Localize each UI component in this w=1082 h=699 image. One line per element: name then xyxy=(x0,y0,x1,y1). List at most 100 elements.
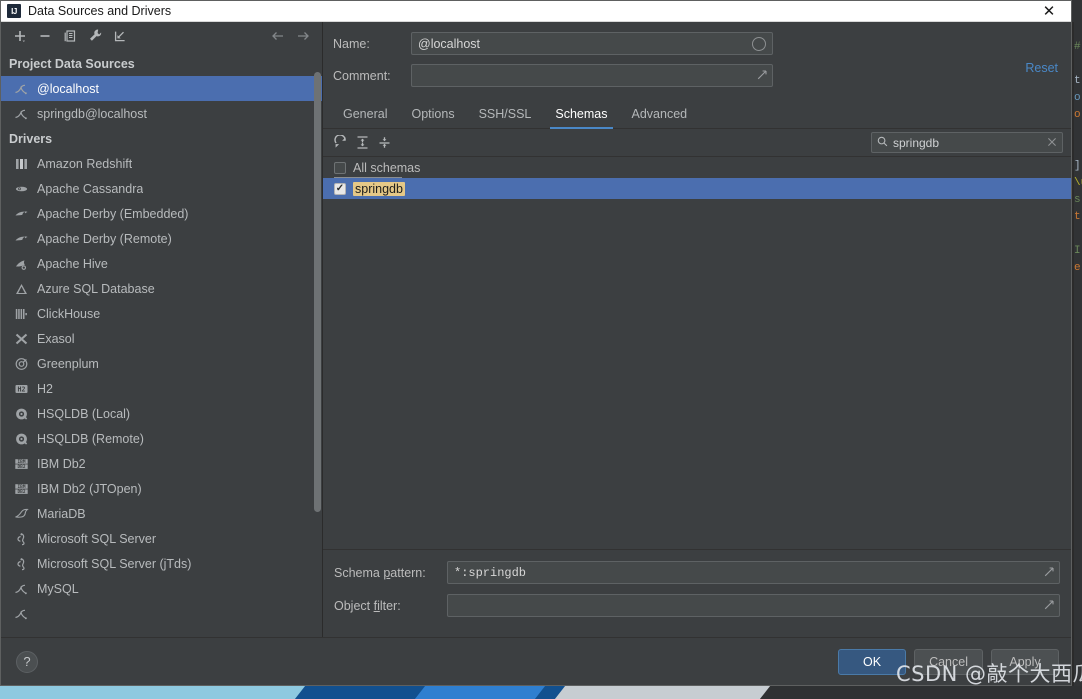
exasol-icon xyxy=(13,331,30,347)
schema-search-input[interactable]: springdb xyxy=(871,132,1063,153)
object-filter-row: Object filter: xyxy=(334,594,1060,617)
schema-pattern-row: Schema pattern: *:springdb xyxy=(334,561,1060,584)
hsqldb-icon xyxy=(13,431,30,447)
object-filter-input[interactable] xyxy=(447,594,1060,617)
status-circle-icon xyxy=(752,36,766,51)
azure-icon xyxy=(13,281,30,297)
duplicate-data-source-button[interactable] xyxy=(59,25,81,46)
svg-text:DB2: DB2 xyxy=(18,489,26,495)
comment-input[interactable] xyxy=(411,64,773,87)
driver-item[interactable]: Amazon Redshift xyxy=(1,151,322,176)
driver-item[interactable]: HSQLDB (Local) xyxy=(1,401,322,426)
driver-label: Apache Cassandra xyxy=(37,181,144,196)
schema-pattern-input[interactable]: *:springdb xyxy=(447,561,1060,584)
refresh-icon[interactable] xyxy=(329,132,351,153)
schema-checkbox[interactable]: ✓ xyxy=(334,182,346,195)
search-icon xyxy=(877,136,888,150)
schemas-list[interactable]: All schemas ✓ springdb xyxy=(323,157,1071,550)
reset-link[interactable]: Reset xyxy=(1025,61,1058,75)
apply-button[interactable]: Apply xyxy=(991,648,1059,675)
mssql-icon xyxy=(13,556,30,572)
driver-item[interactable]: Apache Hive xyxy=(1,251,322,276)
data-source-label: springdb@localhost xyxy=(37,106,147,121)
mysql-icon xyxy=(13,106,30,122)
driver-label: Amazon Redshift xyxy=(37,156,133,171)
driver-label: MariaDB xyxy=(37,506,86,521)
driver-item[interactable]: MariaDB xyxy=(1,501,322,526)
schema-label: All schemas xyxy=(353,160,421,175)
tab-advanced[interactable]: Advanced xyxy=(620,107,700,128)
driver-item[interactable]: IBM DB2 IBM Db2 (JTOpen) xyxy=(1,476,322,501)
derby-icon xyxy=(13,231,30,247)
driver-item[interactable]: ClickHouse xyxy=(1,301,322,326)
add-data-source-button[interactable] xyxy=(9,25,31,46)
tab-ssh-ssl[interactable]: SSH/SSL xyxy=(467,107,544,128)
expand-arrow-icon[interactable] xyxy=(755,69,768,82)
help-button[interactable]: ? xyxy=(16,650,38,673)
driver-item[interactable]: Apache Cassandra xyxy=(1,176,322,201)
driver-item[interactable]: IBM DB2 IBM Db2 xyxy=(1,451,322,476)
driver-label: Greenplum xyxy=(37,356,99,371)
object-filter-label: Object filter: xyxy=(334,598,401,613)
expand-arrow-icon[interactable] xyxy=(1042,566,1055,579)
driver-label: Microsoft SQL Server xyxy=(37,531,157,546)
schema-row[interactable]: All schemas xyxy=(323,157,1071,178)
schema-row[interactable]: ✓ springdb xyxy=(323,178,1071,199)
dialog-buttons: OK Cancel Apply xyxy=(838,648,1059,675)
driver-item[interactable]: Apache Derby (Embedded) xyxy=(1,201,322,226)
expand-all-icon[interactable] xyxy=(351,132,373,153)
mysql-icon xyxy=(13,81,30,97)
expand-arrow-icon[interactable] xyxy=(1042,599,1055,612)
driver-item[interactable]: Microsoft SQL Server (jTds) xyxy=(1,551,322,576)
collapse-all-icon[interactable] xyxy=(373,132,395,153)
name-input[interactable]: @localhost xyxy=(411,32,773,55)
driver-item[interactable]: Apache Derby (Remote) xyxy=(1,226,322,251)
data-source-item[interactable]: @localhost xyxy=(1,76,322,101)
driver-item[interactable]: Azure SQL Database xyxy=(1,276,322,301)
cancel-button[interactable]: Cancel xyxy=(914,648,983,675)
driver-item[interactable] xyxy=(1,601,322,626)
data-sources-tree[interactable]: Project Data Sources @localhost springdb@l… xyxy=(1,49,322,637)
tree-scrollbar[interactable] xyxy=(314,72,321,512)
driver-item[interactable]: HSQLDB (Remote) xyxy=(1,426,322,451)
driver-label: Apache Hive xyxy=(37,256,108,271)
wrench-icon[interactable] xyxy=(84,25,106,46)
clear-search-icon[interactable] xyxy=(1047,136,1057,150)
ok-button[interactable]: OK xyxy=(838,648,907,675)
driver-item[interactable]: Greenplum xyxy=(1,351,322,376)
data-sources-tree-panel: Project Data Sources @localhost springdb@l… xyxy=(1,22,323,637)
db2-icon: IBM DB2 xyxy=(13,481,30,497)
driver-label: IBM Db2 (JTOpen) xyxy=(37,481,142,496)
tree-group-header: Project Data Sources xyxy=(9,57,135,71)
mariadb-icon xyxy=(13,506,30,522)
driver-item[interactable]: H2 H2 xyxy=(1,376,322,401)
schema-pattern-label: Schema pattern: xyxy=(334,565,426,580)
mysql-icon xyxy=(13,581,30,597)
data-source-item[interactable]: springdb@localhost xyxy=(1,101,322,126)
all-schemas-underline xyxy=(334,177,402,178)
driver-item[interactable]: MySQL xyxy=(1,576,322,601)
tab-options[interactable]: Options xyxy=(399,107,466,128)
driver-item[interactable]: Exasol xyxy=(1,326,322,351)
comment-row: Comment: xyxy=(333,64,1061,87)
schema-search-value: springdb xyxy=(893,135,940,150)
ide-background-edge xyxy=(1072,22,1074,686)
close-icon[interactable]: ✕ xyxy=(1027,1,1071,22)
wallpaper-shape-blue xyxy=(414,686,546,699)
tab-general[interactable]: General xyxy=(331,107,399,128)
schemas-toolbar: springdb xyxy=(323,129,1071,157)
greenplum-icon xyxy=(13,356,30,372)
svg-text:IBM: IBM xyxy=(18,459,26,465)
driver-label: ClickHouse xyxy=(37,306,101,321)
remove-data-source-button[interactable] xyxy=(34,25,56,46)
driver-item[interactable]: Microsoft SQL Server xyxy=(1,526,322,551)
schema-checkbox[interactable] xyxy=(334,161,346,174)
h2-icon: H2 xyxy=(13,381,30,397)
db2-icon: IBM DB2 xyxy=(13,456,30,472)
tab-schemas[interactable]: Schemas xyxy=(543,107,619,129)
import-arrow-icon[interactable] xyxy=(109,25,131,46)
data-sources-dialog: IJ Data Sources and Drivers ✕ Project Da… xyxy=(0,0,1072,686)
driver-label: HSQLDB (Remote) xyxy=(37,431,144,446)
navigate-back-button[interactable] xyxy=(267,25,289,46)
navigate-forward-button[interactable] xyxy=(292,25,314,46)
